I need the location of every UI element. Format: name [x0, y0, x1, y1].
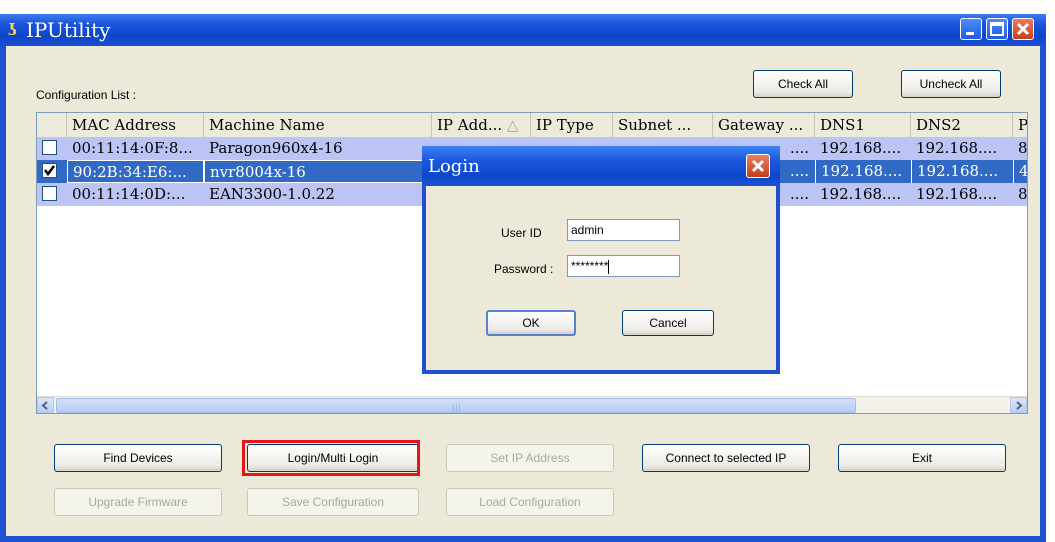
- scroll-left-button[interactable]: [37, 397, 54, 413]
- column-header-dns2[interactable]: DNS2: [911, 113, 1013, 137]
- maximize-button[interactable]: [986, 18, 1008, 40]
- exit-button[interactable]: Exit: [838, 444, 1006, 472]
- password-value: ********: [571, 259, 609, 273]
- dns2-cell: 192.168....: [916, 185, 998, 203]
- column-header-ip-address[interactable]: IP Add... △: [432, 113, 531, 137]
- list-header: MAC Address Machine Name IP Add... △ IP …: [37, 113, 1027, 138]
- dns1-cell: 192.168....: [820, 139, 902, 157]
- window-title: IPUtility: [26, 18, 111, 42]
- horizontal-scrollbar[interactable]: |||: [37, 396, 1027, 413]
- maximize-icon: [990, 22, 1004, 36]
- scroll-right-button[interactable]: [1010, 397, 1027, 413]
- find-devices-button[interactable]: Find Devices: [54, 444, 222, 472]
- login-dialog-body: User ID admin Password : ******** OK Can…: [426, 186, 776, 370]
- scroll-left-icon: [41, 401, 48, 410]
- save-configuration-button[interactable]: Save Configuration: [247, 488, 419, 516]
- port-cell: 80: [1018, 185, 1027, 203]
- dns1-cell: 192.168....: [820, 185, 902, 203]
- set-ip-address-button[interactable]: Set IP Address: [446, 444, 614, 472]
- checkmark-icon: [44, 165, 55, 177]
- connect-to-selected-ip-button[interactable]: Connect to selected IP: [642, 444, 810, 472]
- app-logo-icon: ʖ: [8, 20, 17, 39]
- gateway-cell: ....: [790, 162, 810, 180]
- title-bar: ʖ IPUtility: [0, 14, 1046, 46]
- gateway-cell: ....: [790, 139, 810, 157]
- column-header-port[interactable]: Po: [1013, 113, 1027, 137]
- column-header-mac[interactable]: MAC Address: [67, 113, 204, 137]
- login-dialog-title-bar: Login: [422, 146, 780, 186]
- login-button-callout: [242, 440, 420, 476]
- ip-address-label: IP Add...: [437, 116, 503, 134]
- sort-ascending-icon: △: [506, 116, 519, 134]
- dns2-cell: 192.168....: [911, 160, 1013, 183]
- user-id-input[interactable]: admin: [567, 219, 680, 241]
- login-ok-button[interactable]: OK: [486, 310, 576, 336]
- close-button[interactable]: [1012, 18, 1034, 40]
- scroll-grip-icon: |||: [452, 403, 462, 412]
- login-dialog: Login User ID admin Password : ******** …: [422, 146, 780, 374]
- login-cancel-button[interactable]: Cancel: [622, 310, 714, 336]
- dns2-cell: 192.168....: [916, 139, 998, 157]
- mac-cell: 00:11:14:0F:8...: [72, 139, 193, 157]
- close-icon: [1016, 22, 1030, 36]
- port-cell: 44: [1013, 160, 1027, 183]
- password-label: Password :: [494, 262, 554, 276]
- column-header-gateway[interactable]: Gateway ...: [713, 113, 815, 137]
- minimize-button[interactable]: [960, 18, 982, 40]
- user-id-label: User ID: [501, 226, 542, 240]
- column-header-dns1[interactable]: DNS1: [815, 113, 911, 137]
- text-cursor: [608, 259, 610, 274]
- scroll-right-icon: [1016, 401, 1023, 410]
- uncheck-all-button[interactable]: Uncheck All: [901, 70, 1001, 98]
- row-checkbox[interactable]: [42, 163, 57, 178]
- row-checkbox[interactable]: [42, 186, 57, 201]
- mac-cell: 00:11:14:0D:...: [72, 185, 186, 203]
- port-cell: 80: [1018, 139, 1027, 157]
- gateway-cell: ....: [790, 185, 810, 203]
- mac-cell: 90:2B:34:E6:...: [67, 160, 204, 183]
- column-header-ip-type[interactable]: IP Type: [531, 113, 613, 137]
- column-header-checkbox[interactable]: [37, 113, 67, 137]
- column-header-machine-name[interactable]: Machine Name: [204, 113, 432, 137]
- minimize-icon: [966, 32, 974, 35]
- column-header-subnet[interactable]: Subnet ...: [613, 113, 713, 137]
- row-checkbox[interactable]: [42, 140, 57, 155]
- check-all-button[interactable]: Check All: [753, 70, 853, 98]
- login-dialog-title: Login: [428, 156, 480, 177]
- password-input[interactable]: ********: [567, 255, 680, 277]
- configuration-list-label: Configuration List :: [36, 88, 137, 102]
- close-icon: [751, 159, 765, 173]
- dns1-cell: 192.168....: [815, 160, 911, 183]
- top-strip: [0, 0, 1055, 14]
- load-configuration-button[interactable]: Load Configuration: [446, 488, 614, 516]
- machine-name-cell: Paragon960x4-16: [209, 139, 343, 157]
- login-dialog-close-button[interactable]: [746, 154, 770, 178]
- machine-name-cell: nvr8004x-16: [204, 160, 432, 183]
- machine-name-cell: EAN3300-1.0.22: [209, 185, 335, 203]
- scroll-thumb[interactable]: |||: [56, 398, 856, 413]
- upgrade-firmware-button[interactable]: Upgrade Firmware: [54, 488, 222, 516]
